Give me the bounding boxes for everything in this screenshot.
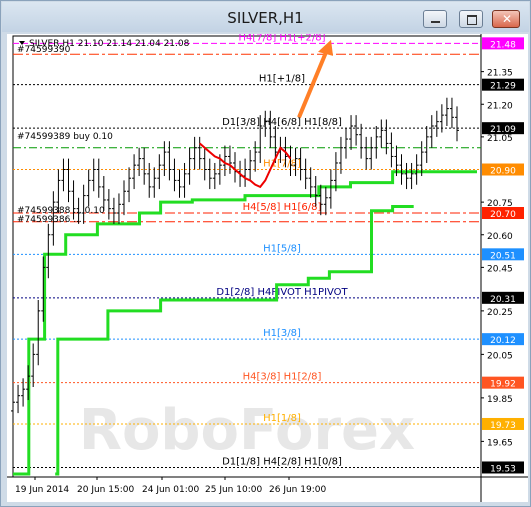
x-tick-label: 25 Jun 10:00 <box>205 485 262 495</box>
y-tick-label: 21.35 <box>487 69 513 79</box>
window-title: SILVER,H1 <box>227 9 304 27</box>
order-label: #74599386 ... <box>17 215 82 225</box>
level-label: D1[1/8] H4[2/8] H1[0/8] <box>222 456 342 467</box>
watermark-text: RoboForex <box>79 398 415 463</box>
order-label: #74599389 buy 0.10 <box>17 132 113 142</box>
minimize-button[interactable] <box>423 10 447 28</box>
price-chart[interactable]: RoboForex21.3521.2021.0520.7520.6020.452… <box>7 32 528 502</box>
level-label: H4[5/8] H1[6/8] <box>243 202 322 213</box>
price-tag-label: 21.29 <box>490 82 516 92</box>
y-tick-label: 19.65 <box>487 438 513 448</box>
price-tag-label: 19.73 <box>490 421 516 431</box>
price-tag-label: 20.12 <box>490 336 516 346</box>
price-tag-label: 19.53 <box>490 464 516 474</box>
close-icon: ✕ <box>502 12 513 26</box>
price-tag-label: 20.90 <box>490 167 516 177</box>
level-label: D1[3/8] H4[6/8] H1[8/8] <box>222 117 342 128</box>
y-tick-label: 20.45 <box>487 264 513 274</box>
y-tick-label: 20.25 <box>487 308 513 318</box>
chart-area[interactable]: RoboForex 21.35 21.20 21.05 20.75 20.60 20.45 2… <box>7 32 528 502</box>
y-tick-label: 20.60 <box>487 232 513 242</box>
x-tick-label: 20 Jun 15:00 <box>77 485 134 495</box>
level-label: H4[3/8] H1[2/8] <box>243 372 322 383</box>
level-label: H1[5/8] <box>263 243 301 254</box>
window-titlebar[interactable]: SILVER,H1 ✕ <box>2 2 529 32</box>
level-label: H1[+1/8] <box>259 74 305 85</box>
price-tag-label: 21.48 <box>490 40 516 50</box>
x-tick-label: 24 Jun 01:00 <box>142 485 199 495</box>
level-label: H4[7/8] H1[+2/8] <box>238 34 325 43</box>
minimize-icon <box>431 21 440 23</box>
price-tag-label: 21.09 <box>490 125 516 135</box>
restore-icon <box>467 15 477 25</box>
price-tag-label: 20.70 <box>490 210 516 220</box>
x-tick-label: 26 Jun 19:00 <box>269 485 326 495</box>
symbol-header: SILVER,H1 21.10 21.14 21.04 21.08 <box>29 39 190 49</box>
level-label: H1[1/8] <box>263 413 301 424</box>
x-tick-label: 19 Jun 2014 <box>15 485 69 495</box>
y-tick-label: 21.20 <box>487 101 513 111</box>
y-tick-label: 19.85 <box>487 395 513 405</box>
y-tick-label: 20.05 <box>487 351 513 361</box>
chart-window: SILVER,H1 ✕ RoboForex 21.35 21.20 21.05 20.7… <box>0 0 531 507</box>
level-label: H1[3/8] <box>263 328 301 339</box>
price-tag-label: 20.31 <box>490 295 516 305</box>
price-tag-label: 19.92 <box>490 380 516 390</box>
level-label: D1[2/8] H4PIVOT H1PIVOT <box>216 287 348 298</box>
price-tag-label: 20.51 <box>490 251 516 261</box>
restore-button[interactable] <box>459 10 483 28</box>
y-tick-label: 21.05 <box>487 134 513 144</box>
close-button[interactable]: ✕ <box>492 10 520 28</box>
